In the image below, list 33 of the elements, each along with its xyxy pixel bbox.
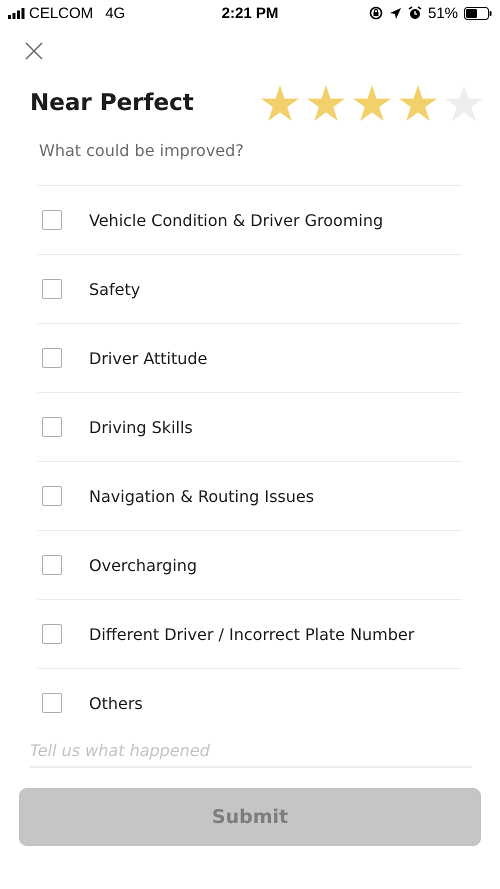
issue-label: Navigation & Routing Issues bbox=[89, 486, 314, 506]
location-arrow-icon bbox=[388, 6, 402, 20]
issue-label: Safety bbox=[89, 280, 140, 298]
battery-icon bbox=[464, 6, 492, 20]
star-icon[interactable] bbox=[353, 85, 391, 121]
issue-label: Driving Skills bbox=[89, 418, 193, 436]
battery-percent: 51% bbox=[428, 4, 458, 22]
question-text: What could be improved? bbox=[39, 141, 245, 160]
checkbox[interactable] bbox=[42, 555, 62, 575]
network-type: 4G bbox=[105, 4, 126, 22]
checkbox[interactable] bbox=[42, 210, 62, 230]
rotation-lock-icon bbox=[368, 6, 383, 20]
rating-title: Near Perfect bbox=[30, 90, 194, 116]
issue-label: Different Driver / Incorrect Plate Number bbox=[89, 624, 414, 644]
carrier-name: CELCOM bbox=[29, 4, 94, 22]
issue-label: Overcharging bbox=[89, 556, 198, 574]
checkbox[interactable] bbox=[42, 279, 62, 299]
checkbox[interactable] bbox=[42, 486, 62, 506]
signal-icon bbox=[8, 8, 25, 18]
star-icon[interactable] bbox=[399, 85, 437, 121]
checkbox[interactable] bbox=[42, 348, 62, 368]
checkbox[interactable] bbox=[42, 417, 62, 437]
issue-label: Driver Attitude bbox=[89, 348, 208, 368]
close-icon[interactable] bbox=[25, 42, 43, 60]
alarm-clock-icon bbox=[408, 6, 422, 20]
star-icon[interactable] bbox=[261, 85, 299, 121]
comment-field[interactable]: Tell us what happened bbox=[29, 737, 472, 768]
star-icon[interactable] bbox=[307, 85, 345, 121]
clock-time: 2:21 PM bbox=[222, 4, 278, 22]
issue-label: Vehicle Condition & Driver Grooming bbox=[89, 210, 384, 230]
checkbox[interactable] bbox=[42, 624, 62, 644]
checkbox[interactable] bbox=[42, 693, 62, 713]
issue-label: Others bbox=[89, 694, 143, 712]
